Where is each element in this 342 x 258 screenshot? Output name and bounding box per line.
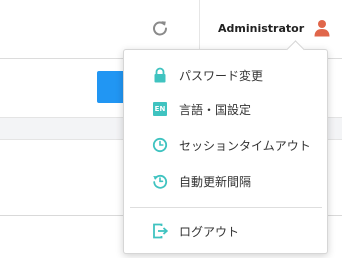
menu-item-label: 自動更新間隔 [179,174,252,189]
auto-refresh-clock-icon [152,173,168,189]
clock-icon [152,137,168,153]
menu-item-session-timeout[interactable]: セッションタイムアウト [124,130,327,160]
menu-separator [130,207,322,208]
user-menu-toggle[interactable]: Administrator [218,14,331,42]
en-badge: EN [153,102,167,116]
menu-item-label: 言語・国設定 [179,102,252,117]
refresh-icon [153,21,167,36]
menu-item-auto-refresh[interactable]: 自動更新間隔 [124,166,327,196]
menu-item-change-password[interactable]: パスワード変更 [124,60,327,90]
logout-icon [152,223,168,239]
menu-item-language[interactable]: EN 言語・国設定 [124,94,327,124]
user-name: Administrator [218,21,305,35]
user-icon [314,20,330,37]
menu-item-label: パスワード変更 [179,68,264,83]
lock-icon [152,67,168,83]
user-dropdown-menu: パスワード変更 EN 言語・国設定 セッションタイムアウト 自動更新間隔 ログア… [123,49,328,254]
logout-label: ログアウト [179,224,240,239]
language-en-icon: EN [152,101,168,117]
menu-item-label: セッションタイムアウト [179,138,311,153]
refresh-button[interactable] [150,18,170,38]
menu-item-logout[interactable]: ログアウト [124,216,327,246]
